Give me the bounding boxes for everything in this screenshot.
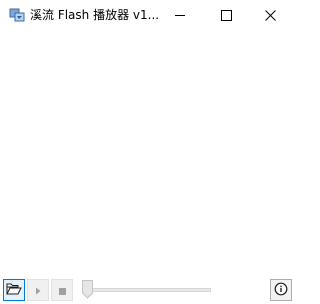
play-button[interactable] <box>27 279 49 301</box>
flash-player-app-icon[interactable] <box>9 7 25 23</box>
window-title: 溪流 Flash 播放器 v1... <box>30 8 160 22</box>
player-toolbar <box>0 277 293 304</box>
maximize-button[interactable] <box>203 0 249 30</box>
close-button[interactable] <box>247 0 293 30</box>
info-button[interactable] <box>270 279 292 301</box>
info-icon <box>274 281 288 300</box>
minimize-button[interactable] <box>157 0 203 30</box>
seek-bar-track[interactable] <box>84 288 211 292</box>
flash-content-area[interactable] <box>0 31 293 277</box>
maximize-icon <box>220 6 232 25</box>
title-bar[interactable]: 溪流 Flash 播放器 v1... <box>0 0 293 31</box>
play-icon <box>34 281 42 300</box>
seek-bar-thumb[interactable] <box>82 280 93 299</box>
folder-open-icon <box>6 281 22 300</box>
stop-icon <box>58 281 67 300</box>
player-window: 溪流 Flash 播放器 v1... <box>0 0 293 304</box>
close-icon <box>264 6 276 25</box>
open-file-button[interactable] <box>3 279 25 301</box>
minimize-icon <box>174 6 186 25</box>
stop-button[interactable] <box>51 279 73 301</box>
